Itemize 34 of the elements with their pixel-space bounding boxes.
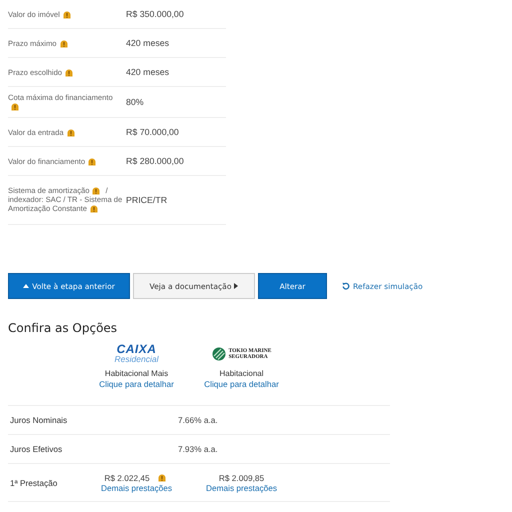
row-label: Juros Efetivos	[9, 444, 64, 454]
field-value: 420 meses	[126, 67, 170, 77]
product-name: Habitacional	[219, 369, 264, 379]
field-value: 420 meses	[126, 38, 170, 48]
warning-icon[interactable]	[66, 128, 75, 136]
warning-icon[interactable]	[90, 205, 98, 213]
rate-value: 7.93% a.a.	[177, 444, 219, 454]
field-value: R$ 280.000,00	[126, 156, 185, 166]
field-value: 80%	[126, 97, 145, 107]
field-value: R$ 70.000,00	[126, 127, 180, 137]
row-label: Juros Nominais	[9, 415, 68, 425]
row-label: 1ª Prestação	[9, 478, 58, 488]
warning-icon[interactable]	[60, 40, 68, 48]
section-heading: Confira as Opções	[8, 321, 118, 335]
details-link[interactable]: Clique para detalhar	[99, 379, 174, 389]
installments-link[interactable]: Demais prestações	[206, 482, 277, 492]
rate-value: 7.66% a.a.	[177, 415, 219, 425]
details-link[interactable]: Clique para detalhar	[204, 379, 279, 389]
warning-icon[interactable]	[92, 187, 100, 195]
warning-icon[interactable]	[158, 474, 166, 482]
warning-icon[interactable]	[11, 103, 19, 111]
warning-icon[interactable]	[88, 158, 96, 166]
product-name: Habitacional Mais	[104, 369, 168, 379]
warning-icon[interactable]	[65, 68, 74, 76]
installment-value: R$ 2.022,45	[104, 472, 150, 482]
bank-logo: CAIXA Residencial	[114, 341, 158, 366]
warning-icon[interactable]	[62, 10, 71, 18]
field-value: PRICE/TR	[126, 194, 168, 204]
field-value: R$ 350.000,00	[126, 9, 185, 19]
refresh-icon	[342, 282, 350, 290]
installments-link[interactable]: Demais prestações	[100, 482, 172, 492]
installment-value: R$ 2.009,85	[218, 472, 264, 482]
caret-up-icon	[23, 284, 30, 288]
caret-right-icon	[234, 283, 238, 289]
